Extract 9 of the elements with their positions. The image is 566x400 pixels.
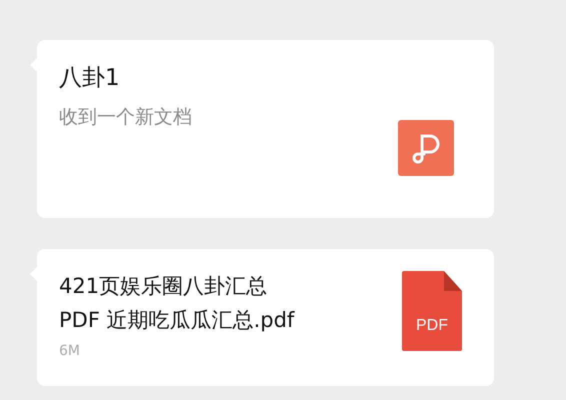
document-app-icon <box>398 120 454 176</box>
message-bubble[interactable]: 八卦1 收到一个新文档 <box>37 40 494 218</box>
file-name: 421页娱乐圈八卦汇总 <box>59 273 268 300</box>
message-title: 八卦1 <box>59 64 121 93</box>
file-size: 6M <box>59 343 81 359</box>
message-bubble[interactable]: 421页娱乐圈八卦汇总 PDF 近期吃瓜瓜汇总.pdf 6M PDF <box>37 249 494 386</box>
file-name: PDF 近期吃瓜瓜汇总.pdf <box>59 307 294 334</box>
pdf-file-icon: PDF <box>402 271 462 351</box>
message-description: 收到一个新文档 <box>59 105 193 130</box>
